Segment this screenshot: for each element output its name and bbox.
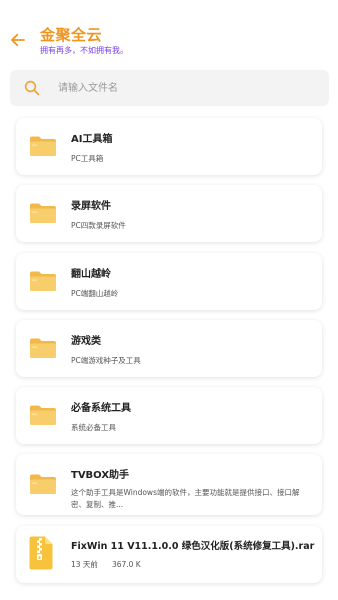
folder-description: 系统必备工具 <box>71 423 116 432</box>
folder-item-screen-recorder[interactable]: 录屏软件 PC四款录屏软件 <box>16 185 322 242</box>
file-item-fixwin[interactable]: FixWin 11 V11.1.0.0 绿色汉化版(系统修复工具).rar 13… <box>16 526 322 583</box>
folder-icon <box>30 203 56 223</box>
folder-name: AI工具箱 <box>71 134 113 145</box>
folder-icon <box>30 338 56 358</box>
folder-icon <box>30 136 56 156</box>
folder-name: TVBOX助手 <box>71 470 130 481</box>
zip-file-icon <box>29 536 53 570</box>
file-name: FixWin 11 V11.1.0.0 绿色汉化版(系统修复工具).rar <box>71 541 315 552</box>
folder-name: 录屏软件 <box>71 201 111 212</box>
folder-item-system-tools[interactable]: 必备系统工具 系统必备工具 <box>16 387 322 444</box>
file-time: 13 天前 <box>71 560 98 569</box>
file-list: AI工具箱 PC工具箱 录屏软件 PC四款录屏软件 翻山越岭 PC端翻山越岭 游… <box>0 0 338 600</box>
folder-item-tvbox[interactable]: TVBOX助手 这个助手工具是Windows端的软件，主要功能就是提供接口、接口… <box>16 454 322 515</box>
folder-description: PC端翻山越岭 <box>71 289 119 298</box>
folder-description: PC端游戏种子及工具 <box>71 356 141 365</box>
folder-item-ai-toolbox[interactable]: AI工具箱 PC工具箱 <box>16 118 322 175</box>
folder-item-games[interactable]: 游戏类 PC端游戏种子及工具 <box>16 320 322 377</box>
folder-name: 游戏类 <box>71 336 101 347</box>
file-meta: 13 天前 367.0 K <box>71 559 141 570</box>
folder-icon <box>30 271 56 291</box>
folder-icon <box>30 474 56 494</box>
folder-icon <box>30 405 56 425</box>
file-size: 367.0 K <box>111 560 141 569</box>
folder-description: 这个助手工具是Windows端的软件，主要功能就是提供接口、接口解密、复制、推.… <box>71 488 300 509</box>
folder-item-mountains[interactable]: 翻山越岭 PC端翻山越岭 <box>16 253 322 310</box>
folder-description: PC工具箱 <box>71 154 104 163</box>
folder-name: 必备系统工具 <box>71 403 131 414</box>
folder-name: 翻山越岭 <box>71 269 111 280</box>
folder-description: PC四款录屏软件 <box>71 221 126 230</box>
